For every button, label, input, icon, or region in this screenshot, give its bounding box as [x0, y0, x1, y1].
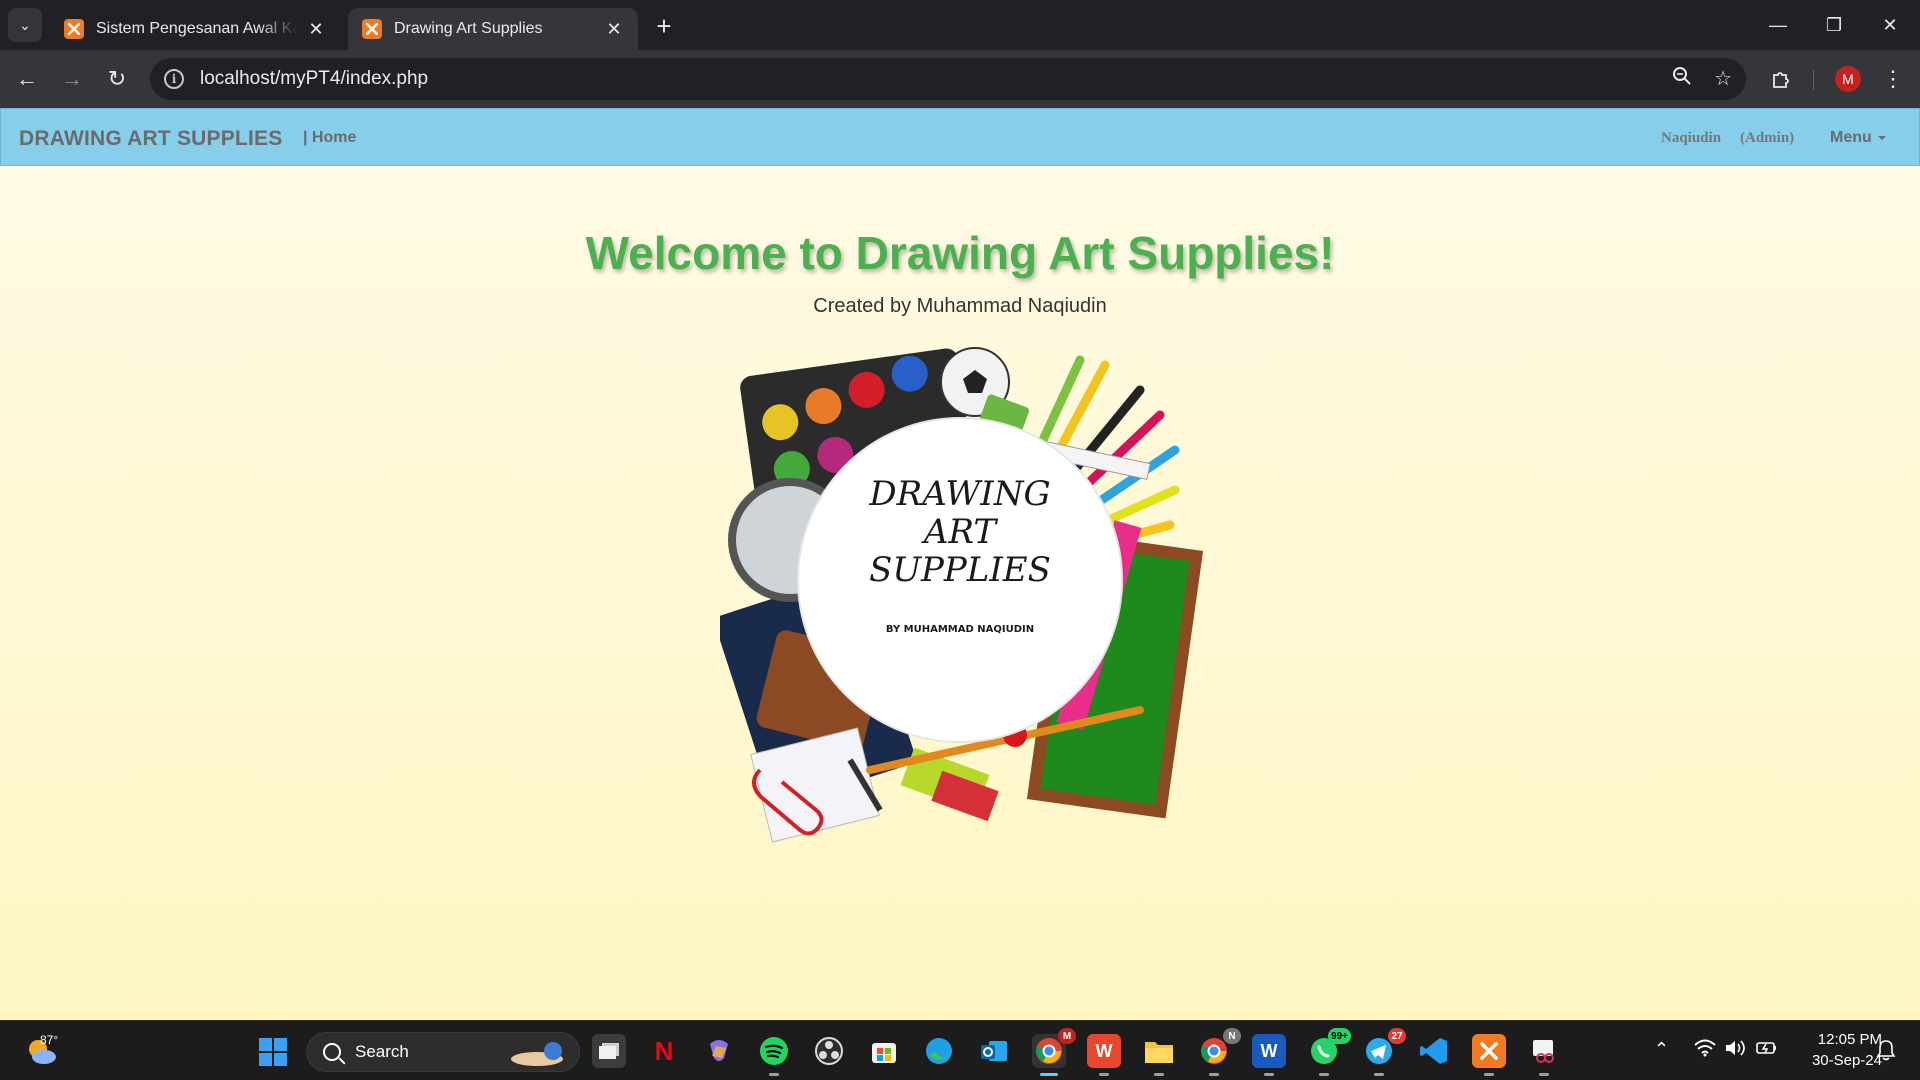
- xampp-favicon-icon: [64, 19, 84, 39]
- clock-date[interactable]: 30-Sep-24: [1798, 1052, 1882, 1069]
- extensions-puzzle-icon[interactable]: [1765, 62, 1799, 96]
- more-menu-icon[interactable]: ⋮: [1878, 62, 1908, 96]
- chrome-profile-badge: N: [1223, 1028, 1241, 1044]
- bookmark-star-icon[interactable]: ☆: [1714, 66, 1732, 92]
- tab-sistem-pengesanan[interactable]: Sistem Pengesanan Awal Kanser ✕: [50, 8, 340, 50]
- taskbar-search[interactable]: Search: [306, 1032, 580, 1072]
- spotify-icon[interactable]: [757, 1034, 791, 1076]
- task-view-icon[interactable]: [592, 1034, 626, 1068]
- copilot-icon[interactable]: [702, 1034, 736, 1068]
- microsoft-store-icon[interactable]: [867, 1034, 901, 1068]
- nav-home-link[interactable]: | Home: [303, 129, 356, 147]
- snipping-tool-icon[interactable]: [1527, 1034, 1561, 1076]
- forward-arrow-icon[interactable]: →: [55, 62, 89, 96]
- weather-temperature: 87°: [40, 1033, 59, 1047]
- nav-user-role: (Admin): [1740, 130, 1795, 146]
- nav-menu-dropdown[interactable]: Menu: [1830, 129, 1886, 147]
- tab-title: Drawing Art Supplies: [394, 20, 543, 37]
- toolbar-separator: [1813, 70, 1814, 90]
- notification-bell-icon[interactable]: [1876, 1039, 1896, 1061]
- wifi-icon[interactable]: [1694, 1039, 1716, 1057]
- telegram-icon[interactable]: 27: [1362, 1028, 1406, 1076]
- search-icon: [323, 1043, 341, 1061]
- url-text[interactable]: localhost/myPT4/index.php: [200, 68, 428, 90]
- welcome-heading: Welcome to Drawing Art Supplies!: [585, 227, 1335, 279]
- profile-avatar[interactable]: M: [1835, 66, 1861, 92]
- battery-charging-icon[interactable]: [1756, 1039, 1778, 1057]
- whatsapp-icon[interactable]: 99+: [1307, 1028, 1351, 1076]
- site-navbar: DRAWING ART SUPPLIES | Home Naqiudin (Ad…: [0, 108, 1920, 166]
- xampp-favicon-icon: [362, 19, 382, 39]
- close-icon[interactable]: ✕: [604, 19, 624, 39]
- chevron-down-icon: ⌄: [19, 16, 31, 33]
- volume-icon[interactable]: [1724, 1039, 1746, 1057]
- windows-taskbar: 87° Search N M W N W 99+ 27 ⌃ 12:05 PM 3…: [0, 1020, 1920, 1080]
- menu-label: Menu: [1830, 129, 1872, 146]
- show-hidden-icons-chevron-up-icon[interactable]: ⌃: [1654, 1039, 1669, 1060]
- telegram-badge: 27: [1388, 1028, 1406, 1044]
- credit-text: Created by Muhammad Naqiudin: [813, 295, 1107, 317]
- tab-search-dropdown[interactable]: ⌄: [8, 8, 42, 42]
- tab-drawing-art-supplies[interactable]: Drawing Art Supplies ✕: [348, 8, 638, 50]
- chrome-icon[interactable]: M: [1032, 1028, 1076, 1076]
- logo-byline: BY MUHAMMAD NAQIUDIN: [886, 624, 1034, 635]
- outlook-icon[interactable]: [977, 1034, 1011, 1068]
- browser-toolbar: ← → ↻ i localhost/myPT4/index.php ☆ M ⋮: [0, 50, 1920, 108]
- word-icon[interactable]: W: [1252, 1034, 1286, 1076]
- file-explorer-icon[interactable]: [1142, 1034, 1176, 1076]
- windows-start-icon[interactable]: [258, 1037, 288, 1067]
- chrome-profile-badge: M: [1058, 1028, 1076, 1044]
- whatsapp-badge: 99+: [1328, 1028, 1351, 1044]
- edge-icon[interactable]: [922, 1034, 956, 1068]
- back-arrow-icon[interactable]: ←: [10, 62, 44, 96]
- search-highlight-icon: [511, 1042, 563, 1066]
- vs-code-icon[interactable]: [1417, 1034, 1451, 1068]
- drawing-art-supplies-logo: DRAWING ART SUPPLIES BY MUHAMMAD NAQIUDI…: [720, 347, 1204, 843]
- search-placeholder: Search: [355, 1042, 409, 1061]
- minimize-icon[interactable]: —: [1750, 8, 1806, 42]
- obs-studio-icon[interactable]: [812, 1034, 846, 1068]
- nav-user-name: Naqiudin: [1661, 130, 1722, 146]
- window-close-icon[interactable]: ✕: [1862, 8, 1918, 42]
- site-info-icon[interactable]: i: [164, 69, 184, 89]
- tab-title: Sistem Pengesanan Awal Kanser: [96, 20, 298, 37]
- close-icon[interactable]: ✕: [306, 19, 326, 39]
- clock-time[interactable]: 12:05 PM: [1798, 1031, 1882, 1048]
- netflix-icon[interactable]: N: [647, 1034, 681, 1068]
- logo-title-line3: SUPPLIES: [869, 550, 1051, 590]
- site-brand[interactable]: DRAWING ART SUPPLIES: [19, 127, 282, 151]
- web-page: DRAWING ART SUPPLIES | Home Naqiudin (Ad…: [0, 108, 1920, 1020]
- restore-icon[interactable]: ❐: [1806, 8, 1862, 42]
- wps-office-icon[interactable]: W: [1087, 1034, 1121, 1076]
- logo-title-line1: DRAWING: [868, 474, 1050, 514]
- chrome-profile-icon[interactable]: N: [1197, 1028, 1241, 1076]
- tab-strip: ⌄ Sistem Pengesanan Awal Kanser ✕ Drawin…: [0, 0, 1920, 50]
- reload-icon[interactable]: ↻: [100, 62, 134, 96]
- caret-down-icon: [1877, 135, 1886, 140]
- logo-title-line2: ART: [921, 512, 999, 552]
- new-tab-button[interactable]: +: [650, 11, 678, 41]
- address-bar[interactable]: i localhost/myPT4/index.php ☆: [150, 58, 1746, 100]
- zoom-icon[interactable]: [1672, 66, 1692, 92]
- xampp-icon[interactable]: [1472, 1034, 1506, 1076]
